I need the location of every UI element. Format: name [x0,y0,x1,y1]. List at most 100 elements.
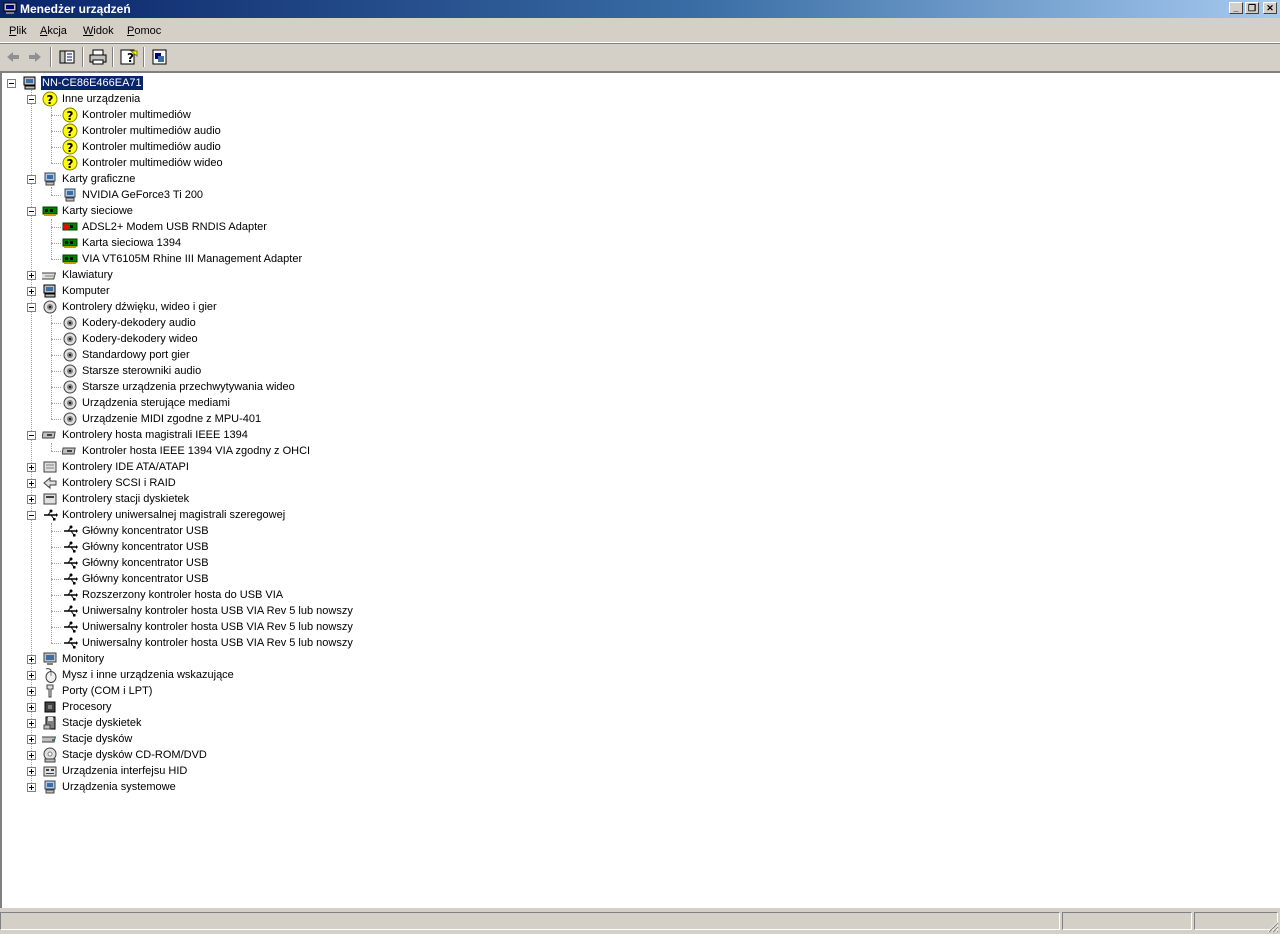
collapse-toggle[interactable] [7,79,16,88]
tree-category[interactable]: Kontrolery stacji dyskietek [2,491,1272,507]
device-label[interactable]: Kontroler multimediów audio [81,140,222,154]
collapse-toggle[interactable] [27,95,36,104]
tree-root[interactable]: NN-CE86E466EA71 [2,75,1272,91]
device-label[interactable]: ADSL2+ Modem USB RNDIS Adapter [81,220,268,234]
expand-toggle[interactable] [27,735,36,744]
back-icon[interactable] [2,47,24,67]
category-label[interactable]: Urządzenia interfejsu HID [61,764,188,778]
device-label[interactable]: Uniwersalny kontroler hosta USB VIA Rev … [81,636,354,650]
tree-device[interactable]: Główny koncentrator USB [2,523,1272,539]
tree-device[interactable]: Uniwersalny kontroler hosta USB VIA Rev … [2,603,1272,619]
expand-toggle[interactable] [27,271,36,280]
category-label[interactable]: Inne urządzenia [61,92,141,106]
collapse-toggle[interactable] [27,207,36,216]
category-label[interactable]: Kontrolery hosta magistrali IEEE 1394 [61,428,249,442]
collapse-toggle[interactable] [27,303,36,312]
category-label[interactable]: Klawiatury [61,268,114,282]
tree-category[interactable]: Karty sieciowe [2,203,1272,219]
tree-device[interactable]: ? Kontroler multimediów audio [2,123,1272,139]
expand-toggle[interactable] [27,767,36,776]
menu-widok[interactable]: Widok [83,25,114,37]
menu-akcja[interactable]: Akcja [40,25,67,37]
tree-category[interactable]: Klawiatury [2,267,1272,283]
root-computer-label[interactable]: NN-CE86E466EA71 [40,75,144,91]
tree-category[interactable]: Procesory [2,699,1272,715]
device-label[interactable]: Kodery-dekodery audio [81,316,197,330]
category-label[interactable]: Mysz i inne urządzenia wskazujące [61,668,235,682]
tree-category[interactable]: Porty (COM i LPT) [2,683,1272,699]
device-label[interactable]: Kontroler multimediów [81,108,192,122]
tree-category[interactable]: Karty graficzne [2,171,1272,187]
category-label[interactable]: Stacje dysków CD-ROM/DVD [61,748,208,762]
properties-icon[interactable] [149,47,171,67]
tree-device[interactable]: Główny koncentrator USB [2,571,1272,587]
device-tree-panel[interactable]: NN-CE86E466EA71? Inne urządzenia ? Kontrole… [0,71,1280,908]
tree-category[interactable]: Kontrolery IDE ATA/ATAPI [2,459,1272,475]
category-label[interactable]: Kontrolery SCSI i RAID [61,476,177,490]
print-icon[interactable] [87,47,109,67]
device-label[interactable]: Urządzenia sterujące mediami [81,396,231,410]
device-label[interactable]: Kontroler multimediów audio [81,124,222,138]
tree-device[interactable]: Kodery-dekodery audio [2,315,1272,331]
tree-device[interactable]: Główny koncentrator USB [2,539,1272,555]
device-label[interactable]: VIA VT6105M Rhine III Management Adapter [81,252,303,266]
tree-category[interactable]: Kontrolery uniwersalnej magistrali szere… [2,507,1272,523]
device-label[interactable]: Kontroler hosta IEEE 1394 VIA zgodny z O… [81,444,311,458]
collapse-toggle[interactable] [27,175,36,184]
tree-category[interactable]: Kontrolery dźwięku, wideo i gier [2,299,1272,315]
category-label[interactable]: Kontrolery uniwersalnej magistrali szere… [61,508,286,522]
expand-toggle[interactable] [27,719,36,728]
expand-toggle[interactable] [27,671,36,680]
tree-device[interactable]: Uniwersalny kontroler hosta USB VIA Rev … [2,619,1272,635]
device-label[interactable]: Standardowy port gier [81,348,191,362]
restore-button[interactable]: ❐ [1245,2,1259,14]
tree-category[interactable]: Urządzenia interfejsu HID [2,763,1272,779]
tree-device[interactable]: Kontroler hosta IEEE 1394 VIA zgodny z O… [2,443,1272,459]
tree-category[interactable]: Mysz i inne urządzenia wskazujące [2,667,1272,683]
device-label[interactable]: Główny koncentrator USB [81,572,210,586]
tree-device[interactable]: Uniwersalny kontroler hosta USB VIA Rev … [2,635,1272,651]
device-label[interactable]: Uniwersalny kontroler hosta USB VIA Rev … [81,604,354,618]
category-label[interactable]: Karty graficzne [61,172,136,186]
category-label[interactable]: Porty (COM i LPT) [61,684,153,698]
device-label[interactable]: NVIDIA GeForce3 Ti 200 [81,188,204,202]
device-label[interactable]: Starsze urządzenia przechwytywania wideo [81,380,296,394]
expand-toggle[interactable] [27,287,36,296]
expand-toggle[interactable] [27,463,36,472]
device-label[interactable]: Kontroler multimediów wideo [81,156,224,170]
category-label[interactable]: Stacje dyskietek [61,716,142,730]
tree-device[interactable]: Urządzenia sterujące mediami [2,395,1272,411]
device-label[interactable]: Karta sieciowa 1394 [81,236,182,250]
tree-device[interactable]: VIA VT6105M Rhine III Management Adapter [2,251,1272,267]
tree-device[interactable]: Główny koncentrator USB [2,555,1272,571]
collapse-toggle[interactable] [27,511,36,520]
tree-device[interactable]: ? Kontroler multimediów wideo [2,155,1272,171]
category-label[interactable]: Monitory [61,652,105,666]
resize-grip-icon[interactable] [1267,921,1279,933]
device-label[interactable]: Rozszerzony kontroler hosta do USB VIA [81,588,284,602]
expand-toggle[interactable] [27,655,36,664]
device-label[interactable]: Urządzenie MIDI zgodne z MPU-401 [81,412,262,426]
category-label[interactable]: Kontrolery dźwięku, wideo i gier [61,300,218,314]
tree-device[interactable]: Standardowy port gier [2,347,1272,363]
tree-category[interactable]: Monitory [2,651,1272,667]
category-label[interactable]: Kontrolery IDE ATA/ATAPI [61,460,190,474]
category-label[interactable]: Karty sieciowe [61,204,134,218]
help-icon[interactable]: ? [118,47,140,67]
tree-device[interactable]: Kodery-dekodery wideo [2,331,1272,347]
tree-device[interactable]: Rozszerzony kontroler hosta do USB VIA [2,587,1272,603]
category-label[interactable]: Kontrolery stacji dyskietek [61,492,190,506]
tree-device[interactable]: Karta sieciowa 1394 [2,235,1272,251]
expand-toggle[interactable] [27,495,36,504]
tree-category[interactable]: Stacje dysków [2,731,1272,747]
category-label[interactable]: Urządzenia systemowe [61,780,177,794]
expand-toggle[interactable] [27,687,36,696]
tree-device[interactable]: Urządzenie MIDI zgodne z MPU-401 [2,411,1272,427]
tree-category[interactable]: ? Inne urządzenia [2,91,1272,107]
show-hide-console-tree-icon[interactable] [56,47,78,67]
tree-device[interactable]: Starsze urządzenia przechwytywania wideo [2,379,1272,395]
collapse-toggle[interactable] [27,431,36,440]
tree-category[interactable]: Komputer [2,283,1272,299]
category-label[interactable]: Procesory [61,700,113,714]
device-label[interactable]: Główny koncentrator USB [81,556,210,570]
